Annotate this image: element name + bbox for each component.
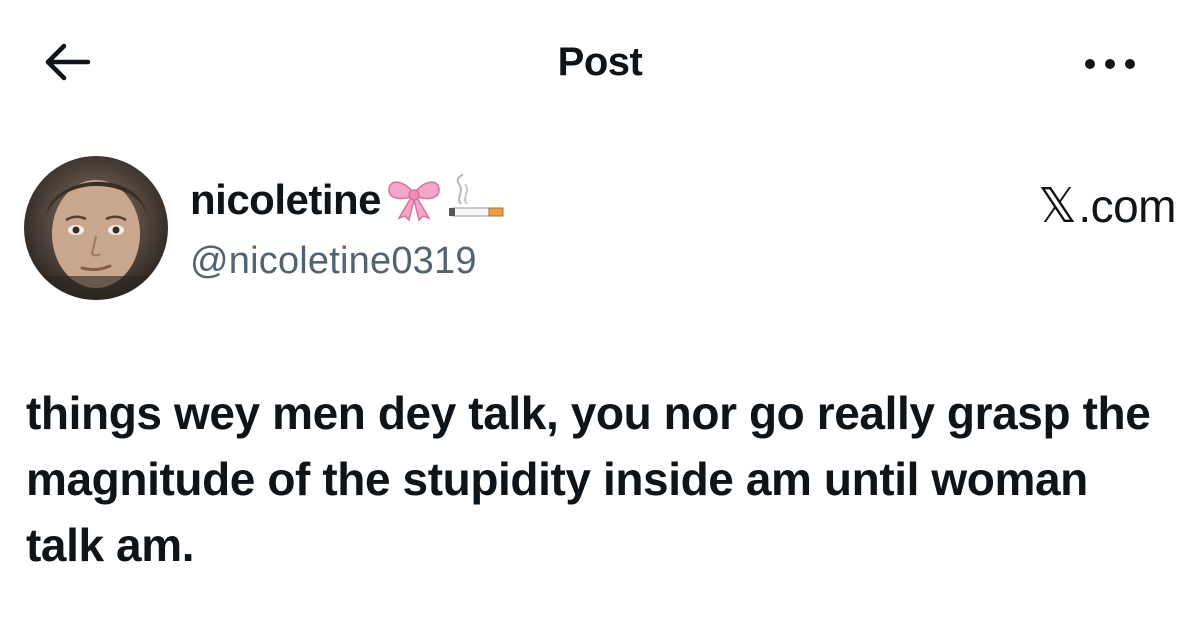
top-bar: Post: [0, 22, 1200, 102]
page-title: Post: [557, 40, 643, 84]
post-body-text: things wey men dey talk, you nor go real…: [26, 387, 1151, 571]
author-names: nicoletine @nicoletine0319: [190, 172, 507, 288]
ribbon-bow-emoji: [385, 174, 443, 227]
avatar[interactable]: [24, 156, 168, 300]
avatar-image: [24, 180, 168, 300]
user-handle[interactable]: @nicoletine0319: [190, 234, 507, 288]
more-options-button[interactable]: [1080, 50, 1140, 78]
author-block: nicoletine @nicoletine0319 𝕏 .com: [24, 156, 1176, 306]
x-logo-icon: 𝕏: [1038, 180, 1077, 233]
display-name-row[interactable]: nicoletine: [190, 172, 507, 228]
cigarette-emoji: [447, 172, 507, 227]
post-page: Post nicoletine @nicoletine0319 𝕏 .com t…: [0, 0, 1200, 622]
more-horizontal-icon: [1085, 59, 1135, 69]
display-name[interactable]: nicoletine: [190, 172, 382, 228]
x-brand-link[interactable]: 𝕏 .com: [1038, 178, 1176, 234]
brand-domain: .com: [1078, 180, 1176, 232]
